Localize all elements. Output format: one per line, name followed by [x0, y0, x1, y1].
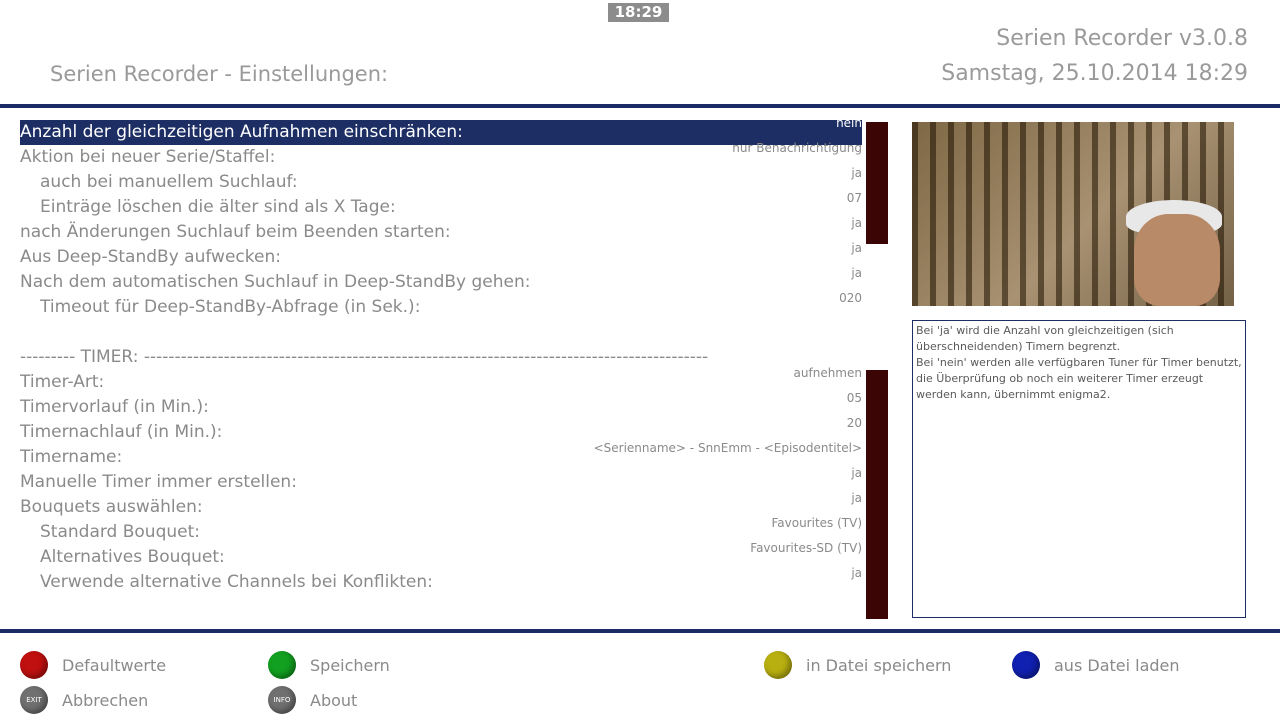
yellow-button[interactable]: in Datei speichern: [764, 651, 951, 679]
info-button[interactable]: INFO About: [268, 686, 357, 714]
setting-value: <Serienname> - SnnEmm - <Episodentitel>: [593, 441, 862, 455]
setting-label: Standard Bouquet:: [40, 522, 200, 542]
setting-row[interactable]: Alternatives Bouquet: Favourites-SD (TV): [20, 541, 862, 570]
setting-label: Timername:: [20, 447, 123, 467]
blue-button-icon: [1012, 651, 1040, 679]
setting-label: Bouquets auswählen:: [20, 497, 203, 517]
setting-value: ja: [851, 566, 862, 580]
setting-value: ja: [851, 166, 862, 180]
footer-divider: [0, 629, 1280, 633]
setting-label: nach Änderungen Suchlauf beim Beenden st…: [20, 222, 451, 242]
setting-row[interactable]: Bouquets auswählen: ja: [20, 491, 862, 520]
green-button-label: Speichern: [310, 655, 390, 675]
setting-row[interactable]: Einträge löschen die älter sind als X Ta…: [20, 191, 862, 220]
setting-row[interactable]: Aktion bei neuer Serie/Staffel: nur Benac…: [20, 141, 862, 170]
header-divider: [0, 104, 1280, 108]
setting-label: Aus Deep-StandBy aufwecken:: [20, 247, 281, 267]
setting-row: [20, 320, 862, 345]
red-button-icon: [20, 651, 48, 679]
exit-button-label: Abbrechen: [62, 690, 149, 710]
clock: 18:29: [608, 3, 669, 22]
setting-label: Aktion bei neuer Serie/Staffel:: [20, 147, 276, 167]
setting-row[interactable]: Verwende alternative Channels bei Konfli…: [20, 566, 862, 595]
setting-label: Einträge löschen die älter sind als X Ta…: [40, 197, 396, 217]
red-button[interactable]: Defaultwerte: [20, 651, 166, 679]
setting-row[interactable]: Timername: <Serienname> - SnnEmm - <Episo…: [20, 441, 862, 470]
info-button-icon: INFO: [268, 686, 296, 714]
setting-value: nein: [836, 116, 862, 130]
setting-label: Alternatives Bouquet:: [40, 547, 225, 567]
current-datetime: Samstag, 25.10.2014 18:29: [941, 61, 1248, 86]
exit-button-icon: EXIT: [20, 686, 48, 714]
setting-label: Timeout für Deep-StandBy-Abfrage (in Sek…: [40, 297, 421, 317]
tv-preview-image: [912, 122, 1234, 306]
setting-row[interactable]: nach Änderungen Suchlauf beim Beenden st…: [20, 216, 862, 245]
setting-value: ja: [851, 466, 862, 480]
red-button-label: Defaultwerte: [62, 655, 167, 675]
setting-row[interactable]: Timervorlauf (in Min.): 05: [20, 391, 862, 420]
setting-value: 20: [846, 416, 862, 430]
setting-value: 020: [839, 291, 862, 305]
page-title: Serien Recorder - Einstellungen:: [50, 62, 389, 86]
setting-value: Favourites (TV): [771, 516, 862, 530]
setting-row[interactable]: auch bei manuellem Suchlauf: ja: [20, 166, 862, 195]
setting-row[interactable]: Standard Bouquet: Favourites (TV): [20, 516, 862, 545]
setting-value: ja: [851, 241, 862, 255]
setting-value: 07: [846, 191, 862, 205]
yellow-button-icon: [764, 651, 792, 679]
setting-value: ja: [851, 266, 862, 280]
setting-row[interactable]: Manuelle Timer immer erstellen: ja: [20, 466, 862, 495]
blue-button-label: aus Datei laden: [1054, 655, 1180, 675]
info-button-label: About: [310, 690, 358, 710]
green-button-icon: [268, 651, 296, 679]
exit-button[interactable]: EXIT Abbrechen: [20, 686, 148, 714]
green-button[interactable]: Speichern: [268, 651, 390, 679]
preview-figure-face: [1134, 214, 1220, 306]
setting-label: --------- TIMER: -----------------------…: [20, 347, 709, 367]
scrollbar-upper[interactable]: [866, 122, 888, 244]
app-version: Serien Recorder v3.0.8: [996, 26, 1248, 51]
scrollbar-lower[interactable]: [866, 370, 888, 619]
setting-label: Manuelle Timer immer erstellen:: [20, 472, 297, 492]
setting-row[interactable]: Timer-Art: aufnehmen: [20, 366, 862, 395]
setting-label: Timer-Art:: [20, 372, 105, 392]
setting-label: Verwende alternative Channels bei Konfli…: [40, 572, 433, 592]
setting-row[interactable]: Timeout für Deep-StandBy-Abfrage (in Sek…: [20, 291, 862, 320]
setting-value: ja: [851, 216, 862, 230]
setting-value: nur Benachrichtigung: [732, 141, 862, 155]
setting-value: 05: [846, 391, 862, 405]
setting-row[interactable]: --------- TIMER: -----------------------…: [20, 345, 862, 370]
setting-value: ja: [851, 491, 862, 505]
setting-label: Anzahl der gleichzeitigen Aufnahmen eins…: [20, 122, 463, 142]
setting-label: auch bei manuellem Suchlauf:: [40, 172, 298, 192]
setting-row[interactable]: Aus Deep-StandBy aufwecken: ja: [20, 241, 862, 270]
setting-label: Nach dem automatischen Suchlauf in Deep-…: [20, 272, 531, 292]
help-text: Bei 'ja' wird die Anzahl von gleichzeiti…: [912, 320, 1246, 618]
settings-list[interactable]: Anzahl der gleichzeitigen Aufnahmen eins…: [20, 116, 862, 595]
yellow-button-label: in Datei speichern: [806, 655, 952, 675]
setting-label: Timervorlauf (in Min.):: [20, 397, 209, 417]
setting-value: Favourites-SD (TV): [750, 541, 862, 555]
setting-label: Timernachlauf (in Min.):: [20, 422, 223, 442]
blue-button[interactable]: aus Datei laden: [1012, 651, 1180, 679]
setting-value: aufnehmen: [793, 366, 862, 380]
setting-row[interactable]: Nach dem automatischen Suchlauf in Deep-…: [20, 266, 862, 295]
